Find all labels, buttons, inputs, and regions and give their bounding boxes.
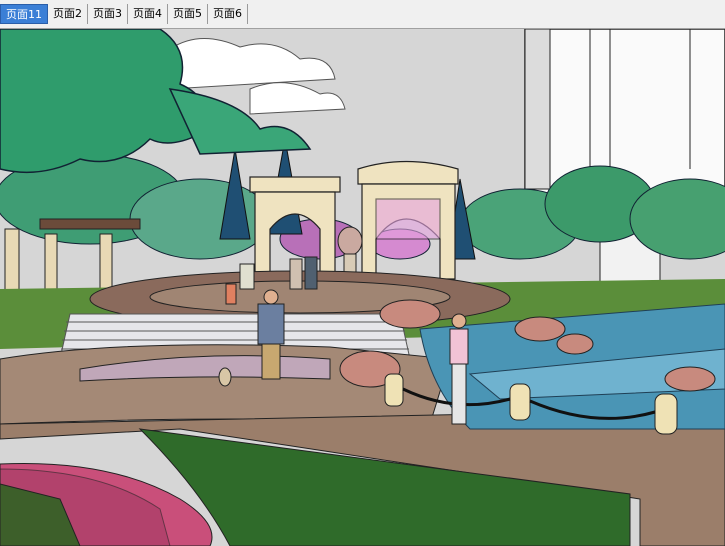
tab-page-5[interactable]: 页面5 xyxy=(168,4,208,24)
tab-page-11[interactable]: 页面11 xyxy=(0,4,48,24)
scene-tabs: 页面11 页面2 页面3 页面4 页面5 页面6 xyxy=(0,4,248,24)
tab-page-4[interactable]: 页面4 xyxy=(128,4,168,24)
tab-page-6[interactable]: 页面6 xyxy=(208,4,248,24)
tab-page-3[interactable]: 页面3 xyxy=(88,4,128,24)
3d-viewport[interactable] xyxy=(0,29,725,546)
scene-tab-bar: 页面11 页面2 页面3 页面4 页面5 页面6 xyxy=(0,0,725,29)
tab-page-2[interactable]: 页面2 xyxy=(48,4,88,24)
garden-scene-render xyxy=(0,29,725,546)
